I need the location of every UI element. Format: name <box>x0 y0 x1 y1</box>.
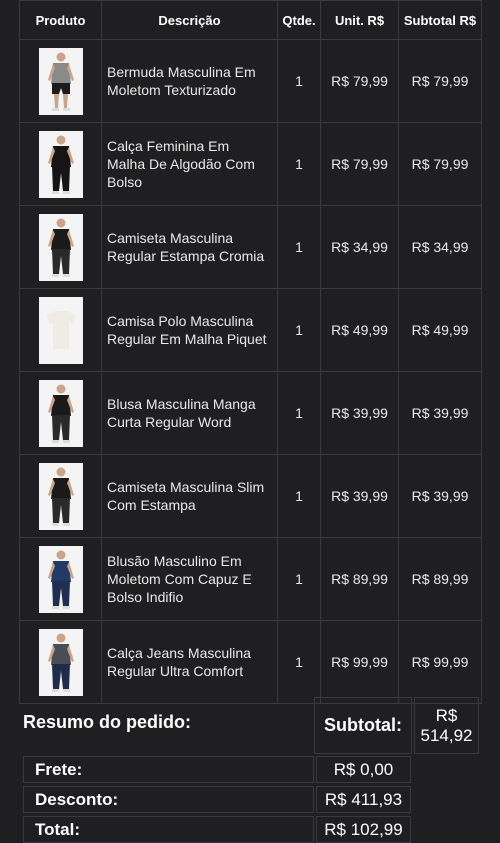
product-thumbnail[interactable] <box>38 462 83 530</box>
hoodie-model-icon <box>47 550 74 609</box>
pants-model-icon <box>47 135 74 194</box>
subtotal-value: R$ 514,92 <box>414 697 479 754</box>
product-description: Blusa Masculina Manga Curta Regular Word <box>101 371 278 455</box>
product-quantity: 1 <box>277 39 321 123</box>
table-row: Camiseta Masculina Slim Com Estampa 1 R$… <box>19 454 482 538</box>
table-row: Bermuda Masculina Em Moletom Texturizado… <box>19 39 482 123</box>
product-description: Blusão Masculino Em Moletom Com Capuz E … <box>101 537 278 621</box>
product-subtotal: R$ 49,99 <box>398 288 482 372</box>
product-quantity: 1 <box>277 122 321 206</box>
tshirt-model-icon <box>47 467 74 526</box>
product-thumbnail[interactable] <box>38 213 83 281</box>
product-description: Camiseta Masculina Slim Com Estampa <box>101 454 278 538</box>
header-product: Produto <box>19 0 102 40</box>
product-image-cell <box>19 122 102 206</box>
table-row: Camiseta Masculina Regular Estampa Cromi… <box>19 205 482 289</box>
product-quantity: 1 <box>277 205 321 289</box>
product-thumbnail[interactable] <box>38 130 83 198</box>
product-quantity: 1 <box>277 537 321 621</box>
product-description: Camisa Polo Masculina Regular Em Malha P… <box>101 288 278 372</box>
product-unit-price: R$ 99,99 <box>320 620 399 704</box>
discount-value: R$ 411,93 <box>316 786 411 813</box>
product-quantity: 1 <box>277 288 321 372</box>
product-subtotal: R$ 39,99 <box>398 454 482 538</box>
product-subtotal: R$ 39,99 <box>398 371 482 455</box>
order-items-table: Produto Descrição Qtde. Unit. R$ Subtota… <box>19 0 482 704</box>
product-image-cell <box>19 205 102 289</box>
product-image-cell <box>19 371 102 455</box>
product-unit-price: R$ 49,99 <box>320 288 399 372</box>
product-quantity: 1 <box>277 371 321 455</box>
product-subtotal: R$ 34,99 <box>398 205 482 289</box>
shipping-value: R$ 0,00 <box>316 756 411 783</box>
tshirt-model-icon <box>47 384 74 443</box>
product-description: Bermuda Masculina Em Moletom Texturizado <box>101 39 278 123</box>
total-label: Total: <box>23 816 314 843</box>
table-row: Calça Jeans Masculina Regular Ultra Comf… <box>19 620 482 704</box>
product-thumbnail[interactable] <box>38 296 83 364</box>
jeans-model-icon <box>47 633 74 692</box>
polo-shirt-icon <box>46 310 75 349</box>
product-quantity: 1 <box>277 454 321 538</box>
product-description: Calça Feminina Em Malha De Algodão Com B… <box>101 122 278 206</box>
product-image-cell <box>19 39 102 123</box>
tshirt-model-icon <box>47 218 74 277</box>
product-subtotal: R$ 79,99 <box>398 39 482 123</box>
product-image-cell <box>19 454 102 538</box>
product-quantity: 1 <box>277 620 321 704</box>
header-description: Descrição <box>101 0 278 40</box>
table-row: Camisa Polo Masculina Regular Em Malha P… <box>19 288 482 372</box>
product-image-cell <box>19 537 102 621</box>
total-value: R$ 102,99 <box>316 816 411 843</box>
shipping-label: Frete: <box>23 756 314 783</box>
product-unit-price: R$ 79,99 <box>320 122 399 206</box>
product-subtotal: R$ 89,99 <box>398 537 482 621</box>
product-thumbnail[interactable] <box>38 379 83 447</box>
product-description: Camiseta Masculina Regular Estampa Cromi… <box>101 205 278 289</box>
product-thumbnail[interactable] <box>38 545 83 613</box>
product-thumbnail[interactable] <box>38 47 83 115</box>
product-thumbnail[interactable] <box>38 628 83 696</box>
product-description: Calça Jeans Masculina Regular Ultra Comf… <box>101 620 278 704</box>
product-subtotal: R$ 79,99 <box>398 122 482 206</box>
order-summary-title: Resumo do pedido: <box>23 712 191 732</box>
product-image-cell <box>19 288 102 372</box>
product-unit-price: R$ 34,99 <box>320 205 399 289</box>
table-row: Calça Feminina Em Malha De Algodão Com B… <box>19 122 482 206</box>
header-unit-price: Unit. R$ <box>320 0 399 40</box>
shorts-model-icon <box>47 52 74 111</box>
subtotal-label: Subtotal: <box>314 697 412 754</box>
product-unit-price: R$ 79,99 <box>320 39 399 123</box>
product-subtotal: R$ 99,99 <box>398 620 482 704</box>
header-qty: Qtde. <box>277 0 321 40</box>
table-row: Blusa Masculina Manga Curta Regular Word… <box>19 371 482 455</box>
product-unit-price: R$ 39,99 <box>320 371 399 455</box>
table-header-row: Produto Descrição Qtde. Unit. R$ Subtota… <box>19 0 482 40</box>
header-subtotal: Subtotal R$ <box>398 0 482 40</box>
product-unit-price: R$ 39,99 <box>320 454 399 538</box>
product-image-cell <box>19 620 102 704</box>
discount-label: Desconto: <box>23 786 314 813</box>
product-unit-price: R$ 89,99 <box>320 537 399 621</box>
table-row: Blusão Masculino Em Moletom Com Capuz E … <box>19 537 482 621</box>
